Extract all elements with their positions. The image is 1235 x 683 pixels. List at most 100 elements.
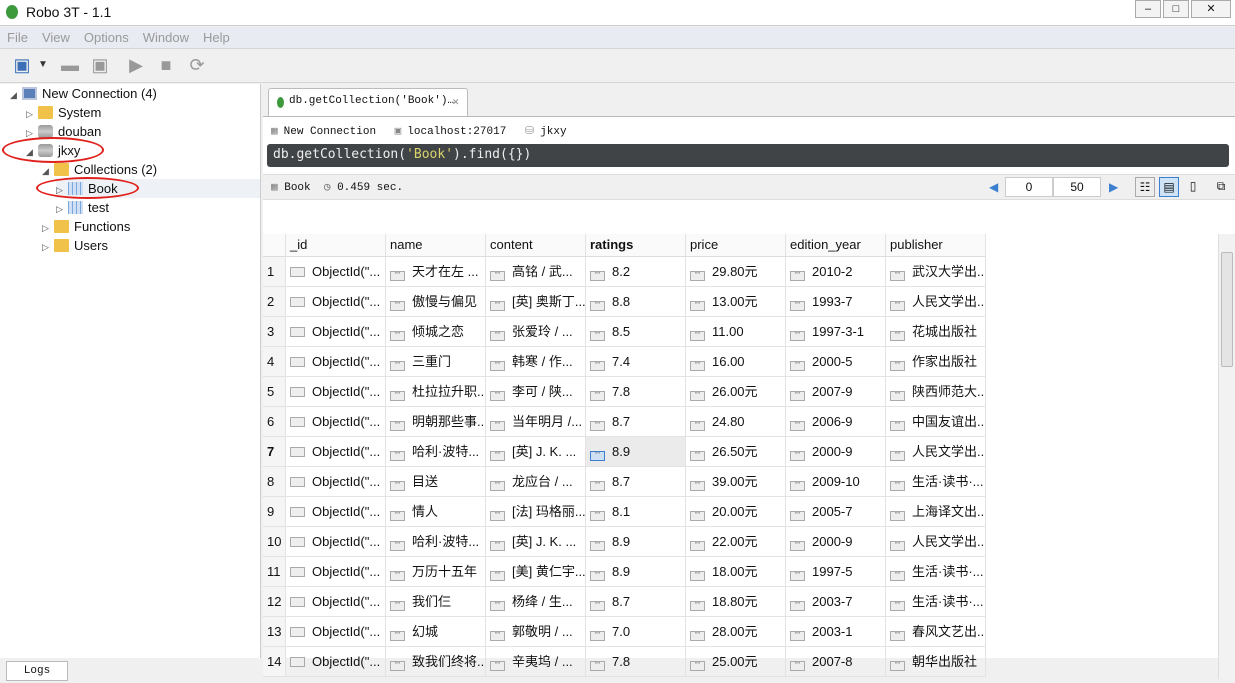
price-cell[interactable]: "" 28.00元	[686, 617, 786, 647]
edition-year-cell[interactable]: "" 2010-2	[786, 257, 886, 287]
menu-window[interactable]: Window	[136, 27, 196, 48]
tree-item-functions[interactable]: ▷ Functions	[42, 217, 130, 236]
content-cell[interactable]: "" 张爱玲 / ...	[486, 317, 586, 347]
publisher-cell[interactable]: "" 中国友谊出...	[886, 407, 986, 437]
content-cell[interactable]: "" 当年明月 /...	[486, 407, 586, 437]
column-header[interactable]: name	[386, 234, 486, 257]
name-cell[interactable]: "" 哈利·波特...	[386, 437, 486, 467]
name-cell[interactable]: "" 我们仨	[386, 587, 486, 617]
maximize-button[interactable]: □	[1163, 0, 1189, 18]
column-header[interactable]: content	[486, 234, 586, 257]
save-icon[interactable]: ▣	[88, 55, 112, 77]
content-cell[interactable]: "" [法] 玛格丽...	[486, 497, 586, 527]
table-view-icon[interactable]: ▤	[1159, 177, 1179, 197]
price-cell[interactable]: "" 25.00元	[686, 647, 786, 677]
price-cell[interactable]: "" 26.00元	[686, 377, 786, 407]
logs-tab[interactable]: Logs	[6, 661, 68, 681]
row-number[interactable]: 13	[263, 617, 286, 647]
ratings-cell[interactable]: "" 8.5	[586, 317, 686, 347]
price-cell[interactable]: "" 22.00元	[686, 527, 786, 557]
publisher-cell[interactable]: "" 上海译文出...	[886, 497, 986, 527]
name-cell[interactable]: "" 情人	[386, 497, 486, 527]
name-cell[interactable]: "" 三重门	[386, 347, 486, 377]
edition-year-cell[interactable]: "" 2000-5	[786, 347, 886, 377]
row-number[interactable]: 1	[263, 257, 286, 287]
name-cell[interactable]: "" 目送	[386, 467, 486, 497]
edition-year-cell[interactable]: "" 2006-9	[786, 407, 886, 437]
row-number[interactable]: 12	[263, 587, 286, 617]
row-number[interactable]: 6	[263, 407, 286, 437]
edition-year-cell[interactable]: "" 2000-9	[786, 437, 886, 467]
table-row[interactable]: 8 ObjectId("... "" 目送 "" 龙应台 / ... "" 8.7 "" 39.0…	[263, 467, 986, 497]
table-row[interactable]: 6 ObjectId("... "" 明朝那些事... "" 当年明月 /... "" 8.7…	[263, 407, 986, 437]
row-number[interactable]: 3	[263, 317, 286, 347]
id-cell[interactable]: ObjectId("...	[286, 317, 386, 347]
query-tab[interactable]: db.getCollection('Book')… ✕	[268, 88, 468, 116]
content-cell[interactable]: "" [英] 奥斯丁...	[486, 287, 586, 317]
minimize-button[interactable]: –	[1135, 0, 1161, 18]
publisher-cell[interactable]: "" 作家出版社	[886, 347, 986, 377]
publisher-cell[interactable]: "" 花城出版社	[886, 317, 986, 347]
table-row[interactable]: 7 ObjectId("... "" 哈利·波特... "" [英] J. K. ... "…	[263, 437, 986, 467]
ratings-cell[interactable]: "" 8.7	[586, 587, 686, 617]
id-cell[interactable]: ObjectId("...	[286, 497, 386, 527]
detach-icon[interactable]: ⧉	[1211, 177, 1231, 197]
publisher-cell[interactable]: "" 人民文学出...	[886, 287, 986, 317]
table-row[interactable]: 2 ObjectId("... "" 傲慢与偏见 "" [英] 奥斯丁... "" 8.8 ""…	[263, 287, 986, 317]
table-row[interactable]: 11 ObjectId("... "" 万历十五年 "" [美] 黄仁宇... "" 8.9 "…	[263, 557, 986, 587]
edition-year-cell[interactable]: "" 1993-7	[786, 287, 886, 317]
next-page-icon[interactable]: ▶	[1109, 180, 1118, 194]
table-row[interactable]: 4 ObjectId("... "" 三重门 "" 韩寒 / 作... "" 7.4 "" 16.…	[263, 347, 986, 377]
content-cell[interactable]: "" 韩寒 / 作...	[486, 347, 586, 377]
publisher-cell[interactable]: "" 生活·读书·...	[886, 557, 986, 587]
ratings-cell[interactable]: "" 8.1	[586, 497, 686, 527]
id-cell[interactable]: ObjectId("...	[286, 527, 386, 557]
price-cell[interactable]: "" 16.00	[686, 347, 786, 377]
menu-file[interactable]: File	[0, 27, 35, 48]
ratings-cell[interactable]: "" 7.0	[586, 617, 686, 647]
id-cell[interactable]: ObjectId("...	[286, 437, 386, 467]
table-row[interactable]: 5 ObjectId("... "" 杜拉拉升职... "" 李可 / 陕... "" 7.8…	[263, 377, 986, 407]
name-cell[interactable]: "" 万历十五年	[386, 557, 486, 587]
column-header[interactable]: price	[686, 234, 786, 257]
content-cell[interactable]: "" 辛夷坞 / ...	[486, 647, 586, 677]
name-cell[interactable]: "" 倾城之恋	[386, 317, 486, 347]
limit-input[interactable]: 50	[1053, 177, 1101, 197]
refresh-icon[interactable]: ⟳	[185, 55, 209, 77]
id-cell[interactable]: ObjectId("...	[286, 467, 386, 497]
table-row[interactable]: 1 ObjectId("... "" 天才在左 ... "" 高铭 / 武... "" 8.2…	[263, 257, 986, 287]
publisher-cell[interactable]: "" 春风文艺出...	[886, 617, 986, 647]
content-cell[interactable]: "" [英] J. K. ...	[486, 527, 586, 557]
content-cell[interactable]: "" 李可 / 陕...	[486, 377, 586, 407]
expand-arrow-icon[interactable]: ▷	[42, 238, 54, 257]
row-number[interactable]: 9	[263, 497, 286, 527]
edition-year-cell[interactable]: "" 1997-3-1	[786, 317, 886, 347]
tree-item-users[interactable]: ▷ Users	[42, 236, 108, 255]
publisher-cell[interactable]: "" 生活·读书·...	[886, 587, 986, 617]
menu-options[interactable]: Options	[77, 27, 136, 48]
stop-icon[interactable]: ■	[154, 55, 178, 77]
publisher-cell[interactable]: "" 武汉大学出...	[886, 257, 986, 287]
price-cell[interactable]: "" 13.00元	[686, 287, 786, 317]
publisher-cell[interactable]: "" 人民文学出...	[886, 527, 986, 557]
price-cell[interactable]: "" 11.00	[686, 317, 786, 347]
row-number[interactable]: 14	[263, 647, 286, 677]
table-row[interactable]: 10 ObjectId("... "" 哈利·波特... "" [英] J. K. ...…	[263, 527, 986, 557]
content-cell[interactable]: "" 郭敬明 / ...	[486, 617, 586, 647]
edition-year-cell[interactable]: "" 2009-10	[786, 467, 886, 497]
publisher-cell[interactable]: "" 朝华出版社	[886, 647, 986, 677]
content-cell[interactable]: "" 杨绛 / 生...	[486, 587, 586, 617]
ratings-cell[interactable]: "" 8.9	[586, 527, 686, 557]
tree-view-icon[interactable]: ☷	[1135, 177, 1155, 197]
content-cell[interactable]: "" 高铭 / 武...	[486, 257, 586, 287]
publisher-cell[interactable]: "" 陕西师范大...	[886, 377, 986, 407]
ratings-cell[interactable]: "" 7.8	[586, 647, 686, 677]
ratings-cell[interactable]: "" 8.7	[586, 467, 686, 497]
id-cell[interactable]: ObjectId("...	[286, 257, 386, 287]
ratings-cell[interactable]: "" 7.8	[586, 377, 686, 407]
expand-arrow-icon[interactable]: ◢	[42, 162, 54, 181]
expand-arrow-icon[interactable]: ◢	[10, 86, 22, 105]
edition-year-cell[interactable]: "" 2003-1	[786, 617, 886, 647]
close-button[interactable]: ✕	[1191, 0, 1231, 18]
ratings-cell[interactable]: "" 8.8	[586, 287, 686, 317]
